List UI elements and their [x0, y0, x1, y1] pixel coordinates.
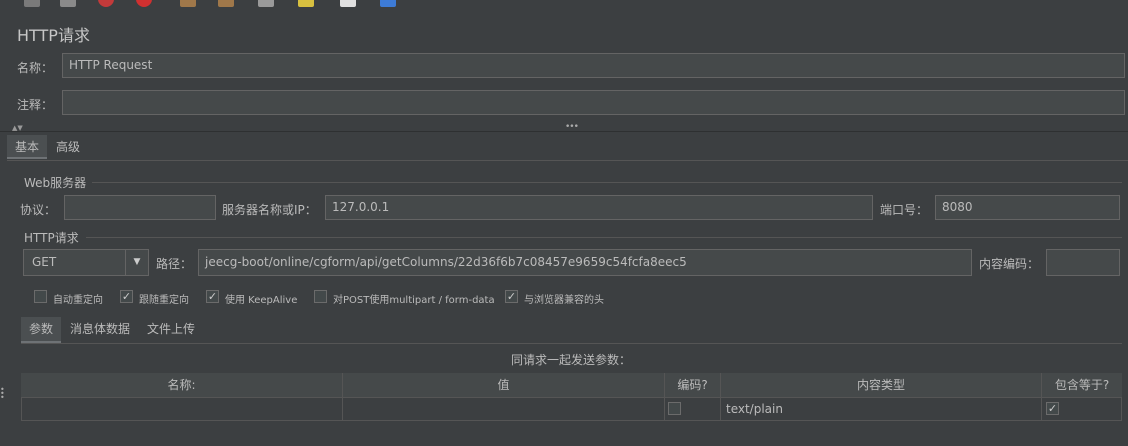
start-icon[interactable] — [24, 0, 40, 7]
side-drag-handle-icon[interactable]: • • • — [0, 386, 5, 402]
name-field[interactable]: HTTP Request — [62, 53, 1125, 78]
server-label: 服务器名称或IP： — [222, 203, 317, 217]
column-header-content-type[interactable]: 内容类型 — [721, 373, 1042, 398]
column-header-name[interactable]: 名称: — [21, 373, 343, 398]
function-helper-icon[interactable] — [340, 0, 356, 7]
browser-headers-checkbox[interactable]: ✓ — [505, 290, 518, 303]
tab-basic[interactable]: 基本 — [7, 135, 48, 159]
server-field[interactable]: 127.0.0.1 — [325, 195, 873, 220]
help-icon[interactable] — [380, 0, 396, 7]
port-label: 端口号： — [880, 203, 929, 217]
protocol-field[interactable] — [64, 195, 216, 220]
multipart-checkbox[interactable] — [314, 290, 327, 303]
auto-redirect-label: 自动重定向 — [53, 295, 103, 306]
http-request-legend: HTTP请求 — [24, 231, 79, 245]
encoding-field[interactable] — [1046, 249, 1120, 276]
http-request-divider — [86, 237, 1122, 238]
table-cell-name[interactable] — [21, 398, 343, 420]
web-server-legend: Web服务器 — [24, 176, 87, 190]
tab-parameters[interactable]: 参数 — [21, 317, 62, 343]
encoding-label: 内容编码： — [979, 257, 1040, 271]
name-label: 名称： — [17, 61, 54, 75]
search-icon[interactable] — [258, 0, 274, 7]
path-field[interactable]: jeecg-boot/online/cgform/api/getColumns/… — [198, 249, 972, 276]
comment-field[interactable] — [62, 90, 1125, 115]
follow-redirect-checkbox[interactable]: ✓ — [120, 290, 133, 303]
keepalive-checkbox[interactable]: ✓ — [206, 290, 219, 303]
params-caption: 同请求一起发送参数： — [511, 353, 632, 367]
protocol-label: 协议： — [20, 203, 57, 217]
web-server-divider — [92, 182, 1122, 183]
keepalive-label: 使用 KeepAlive — [225, 295, 298, 306]
tab-advanced[interactable]: 高级 — [48, 135, 88, 159]
subtabs-divider — [21, 343, 1122, 344]
tabs-divider — [7, 160, 1128, 161]
reset-search-icon[interactable] — [298, 0, 314, 7]
follow-redirect-label: 跟随重定向 — [139, 295, 189, 306]
stop-icon[interactable] — [98, 0, 114, 7]
column-header-value[interactable]: 值 — [343, 373, 665, 398]
auto-redirect-checkbox[interactable] — [34, 290, 47, 303]
toolbar — [0, 0, 1128, 8]
multipart-label: 对POST使用multipart / form-data — [333, 295, 495, 306]
start-no-pause-icon[interactable] — [60, 0, 76, 7]
tab-files-upload[interactable]: 文件上传 — [139, 317, 203, 341]
port-field[interactable]: 8080 — [935, 195, 1120, 220]
chevron-down-icon[interactable]: ▼ — [125, 250, 148, 275]
shutdown-icon[interactable] — [136, 0, 152, 7]
clear-icon[interactable] — [180, 0, 196, 7]
clear-all-icon[interactable] — [218, 0, 234, 7]
browser-headers-label: 与浏览器兼容的头 — [524, 295, 604, 306]
comment-label: 注释： — [17, 98, 54, 112]
encode-checkbox[interactable] — [668, 402, 681, 415]
splitter-line — [0, 131, 1128, 132]
table-cell-content-type[interactable]: text/plain — [721, 398, 1042, 420]
page-title: HTTP请求 — [17, 26, 90, 45]
table-cell-value[interactable] — [343, 398, 665, 420]
tab-body-data[interactable]: 消息体数据 — [62, 317, 138, 341]
column-header-encode[interactable]: 编码? — [665, 373, 721, 398]
column-header-include-equals[interactable]: 包含等于? — [1042, 373, 1122, 398]
include-equals-checkbox[interactable]: ✓ — [1046, 402, 1059, 415]
path-label: 路径： — [156, 257, 193, 271]
method-value: GET — [32, 255, 57, 269]
